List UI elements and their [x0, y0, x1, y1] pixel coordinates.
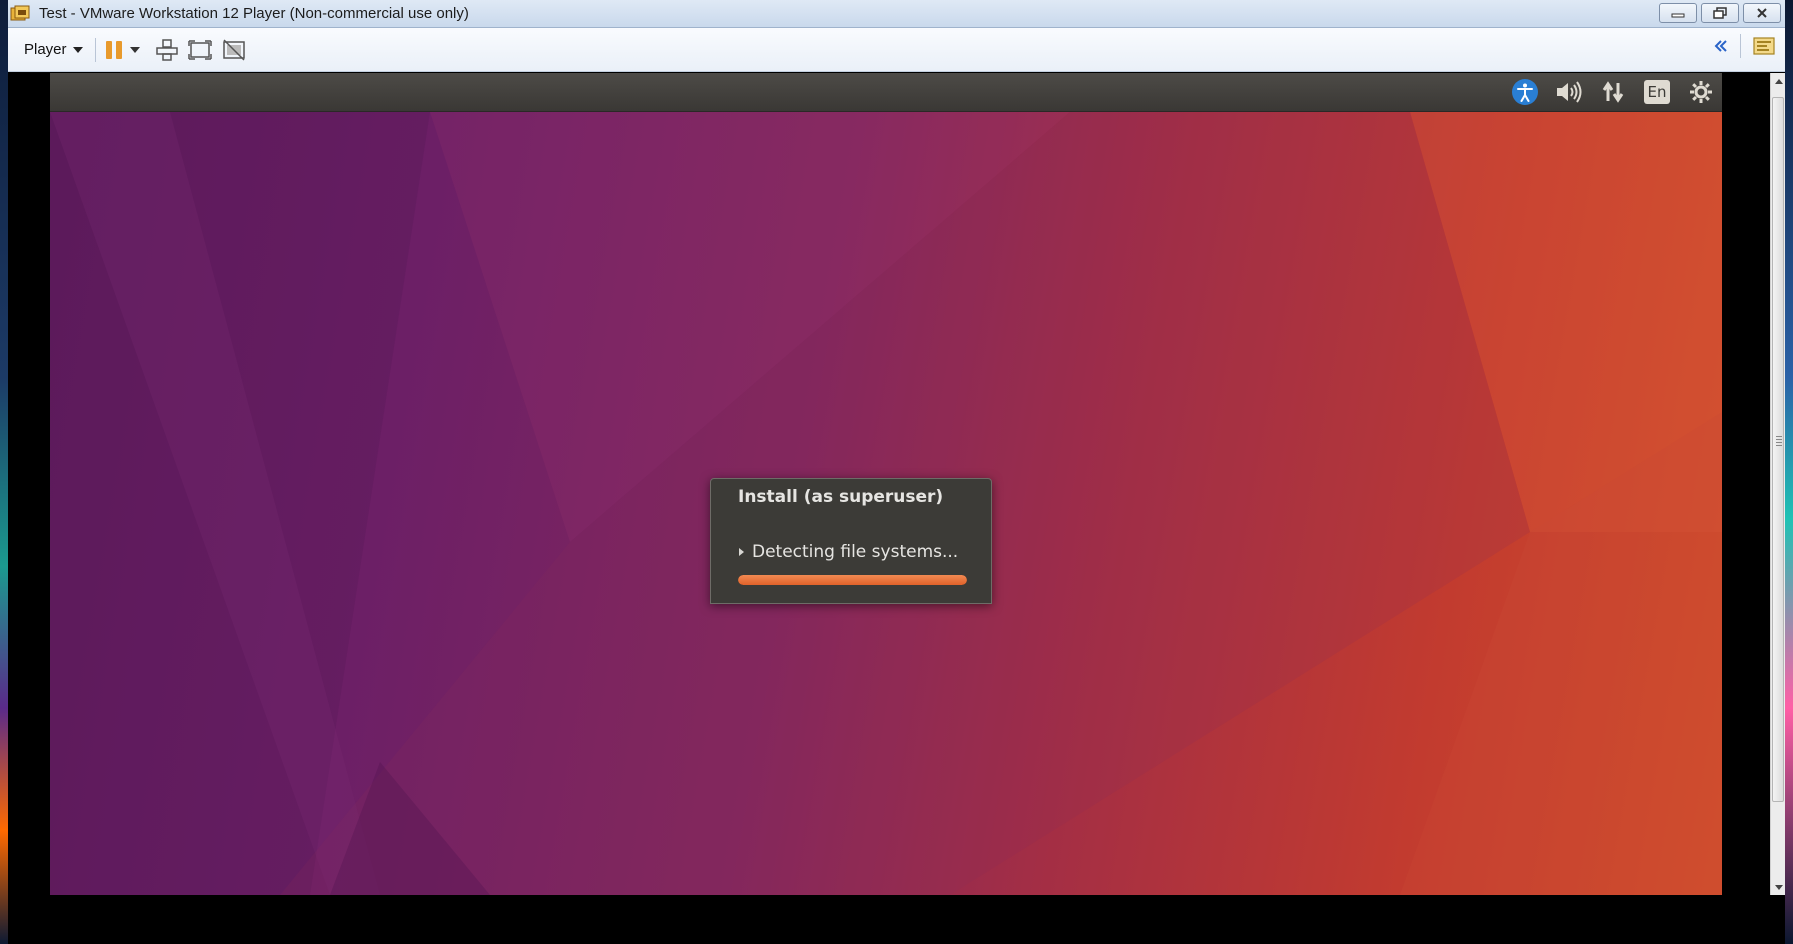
- send-ctrl-alt-del-icon: [155, 38, 178, 61]
- window-title: Test - VMware Workstation 12 Player (Non…: [39, 5, 469, 22]
- scroll-thumb[interactable]: [1772, 97, 1784, 802]
- collapse-chevron-icon: [1714, 40, 1727, 52]
- keyboard-layout-label: En: [1647, 83, 1667, 101]
- minimize-button[interactable]: [1659, 3, 1697, 23]
- progress-bar-fill: [738, 575, 967, 585]
- dialog-title: Install (as superuser): [738, 487, 944, 507]
- close-button[interactable]: [1743, 3, 1781, 23]
- network-indicator[interactable]: [1598, 77, 1628, 107]
- keyboard-layout-badge: En: [1644, 80, 1670, 104]
- expander-arrow-icon[interactable]: [739, 548, 744, 556]
- desktop-edge-right: [1785, 0, 1793, 944]
- view-scrollbar[interactable]: [1770, 73, 1785, 895]
- send-ctrl-alt-del-button[interactable]: [155, 36, 178, 64]
- scroll-up-button[interactable]: [1771, 73, 1786, 89]
- dropdown-arrow-icon: [129, 46, 140, 53]
- pause-icon: [105, 40, 122, 59]
- accessibility-icon: [1512, 79, 1538, 105]
- session-indicator[interactable]: [1686, 77, 1716, 107]
- status-text: Detecting file systems...: [752, 542, 959, 562]
- player-menu-button[interactable]: Player: [20, 37, 87, 62]
- library-icon: [1753, 37, 1775, 55]
- minimize-icon: [1671, 13, 1685, 18]
- unity-button[interactable]: [222, 36, 246, 64]
- vmware-window: Test - VMware Workstation 12 Player (Non…: [8, 0, 1785, 944]
- scroll-down-icon: [1774, 884, 1783, 890]
- window-controls: [1659, 3, 1781, 23]
- library-button[interactable]: [1753, 36, 1775, 56]
- scroll-up-icon: [1774, 78, 1783, 84]
- restore-button[interactable]: [1701, 3, 1739, 23]
- restore-icon: [1713, 7, 1727, 19]
- sound-icon: [1557, 81, 1582, 103]
- scroll-down-button[interactable]: [1771, 879, 1786, 895]
- desktop-edge-left: [0, 0, 8, 944]
- install-dialog: Install (as superuser) Detecting file sy…: [710, 478, 992, 604]
- gear-icon: [1690, 81, 1712, 103]
- fullscreen-button[interactable]: [187, 36, 212, 64]
- title-bar: Test - VMware Workstation 12 Player (Non…: [8, 0, 1785, 28]
- accessibility-indicator[interactable]: [1510, 77, 1540, 107]
- keyboard-layout-indicator[interactable]: En: [1642, 77, 1672, 107]
- player-menu-label: Player: [24, 41, 67, 58]
- unity-icon: [222, 38, 245, 61]
- close-icon: [1757, 8, 1767, 18]
- scroll-grip: [1776, 436, 1782, 446]
- progress-bar: [738, 575, 967, 585]
- toolbar-right-group: [1714, 34, 1775, 58]
- status-row[interactable]: Detecting file systems...: [739, 542, 958, 562]
- vmware-app-icon[interactable]: [10, 5, 30, 23]
- pause-button[interactable]: [104, 36, 124, 64]
- toolbar-divider-right: [1740, 34, 1741, 58]
- sound-indicator[interactable]: [1554, 77, 1584, 107]
- network-icon: [1602, 81, 1624, 103]
- power-options-dropdown[interactable]: [129, 36, 140, 64]
- player-toolbar: Player: [8, 28, 1785, 72]
- panel-indicators: En: [1510, 77, 1716, 107]
- fullscreen-icon: [187, 39, 212, 60]
- toolbar-divider: [94, 37, 96, 62]
- ubuntu-top-panel: En: [50, 73, 1722, 112]
- collapse-button[interactable]: [1714, 39, 1728, 53]
- chevron-down-icon: [72, 46, 83, 53]
